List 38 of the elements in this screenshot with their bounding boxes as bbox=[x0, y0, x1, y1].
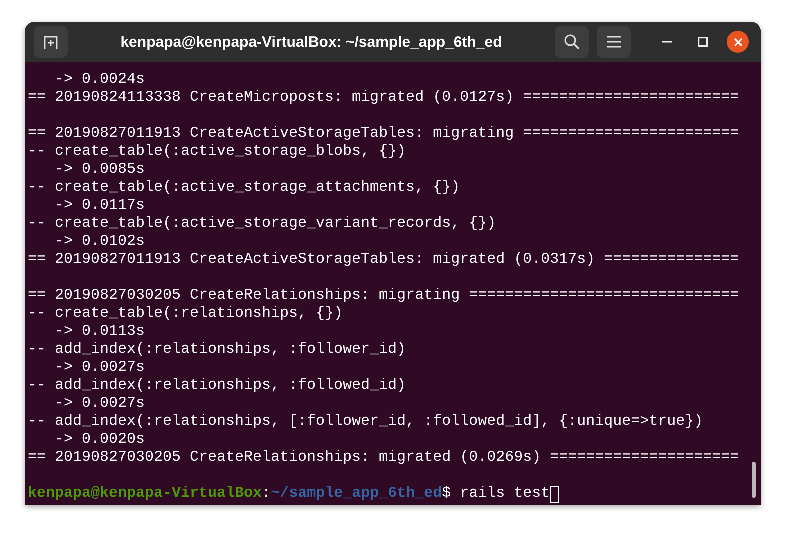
terminal-line: -> 0.0024s bbox=[54, 71, 146, 89]
terminal-line: -- create_table(:active_storage_variant_records, {}) bbox=[28, 215, 496, 233]
terminal-line: -> 0.0085s bbox=[54, 161, 146, 179]
menu-button[interactable] bbox=[597, 26, 631, 58]
prompt-separator: : bbox=[262, 485, 272, 503]
terminal-line: -> 0.0020s bbox=[54, 431, 146, 449]
prompt-symbol: $ bbox=[442, 485, 452, 503]
search-icon bbox=[564, 34, 580, 50]
terminal-line: -- add_index(:relationships, [:follower_id, :followed_id], {:unique=>true}) bbox=[28, 413, 704, 431]
terminal-line: == 20190827030205 CreateRelationships: migrated (0.0269s) ===================== bbox=[28, 449, 740, 467]
prompt-path: ~/sample_app_6th_ed bbox=[271, 485, 442, 503]
close-button[interactable] bbox=[727, 31, 749, 53]
terminal-line: -- create_table(:active_storage_blobs, {}) bbox=[28, 143, 406, 161]
terminal-line: -- add_index(:relationships, :follower_id) bbox=[28, 341, 406, 359]
minimize-icon bbox=[662, 41, 672, 43]
command-text: rails test bbox=[459, 485, 550, 503]
terminal-line: == 20190827011913 CreateActiveStorageTables: migrated (0.0317s) =============== bbox=[28, 251, 740, 269]
new-tab-button[interactable] bbox=[34, 26, 68, 58]
terminal-line: == 20190827011913 CreateActiveStorageTables: migrating ======================== bbox=[28, 125, 740, 143]
new-tab-icon bbox=[43, 34, 59, 50]
terminal-line: == 20190824113338 CreateMicroposts: migrated (0.0127s) ======================== bbox=[28, 89, 740, 107]
terminal-line: -> 0.0102s bbox=[54, 233, 146, 251]
search-button[interactable] bbox=[555, 26, 589, 58]
menu-icon bbox=[607, 36, 621, 48]
scrollbar-thumb[interactable] bbox=[752, 462, 756, 498]
window-title: kenpapa@kenpapa-VirtualBox: ~/sample_app_6th_ed bbox=[120, 34, 504, 50]
maximize-icon bbox=[698, 37, 708, 47]
terminal-line: -> 0.0117s bbox=[54, 197, 146, 215]
terminal-line: -> 0.0113s bbox=[54, 323, 146, 341]
close-icon bbox=[734, 38, 742, 46]
terminal-line: -- create_table(:relationships, {}) bbox=[28, 305, 344, 323]
terminal-line: == 20190827030205 CreateRelationships: migrating ============================== bbox=[28, 287, 740, 305]
terminal-line: -> 0.0027s bbox=[54, 395, 146, 413]
terminal-line: -- create_table(:active_storage_attachments, {}) bbox=[28, 179, 460, 197]
terminal-line: -- add_index(:relationships, :followed_id) bbox=[28, 377, 406, 395]
terminal-line: -> 0.0027s bbox=[54, 359, 146, 377]
prompt-user-host: kenpapa@kenpapa-VirtualBox bbox=[28, 485, 262, 503]
text-cursor bbox=[550, 486, 560, 502]
